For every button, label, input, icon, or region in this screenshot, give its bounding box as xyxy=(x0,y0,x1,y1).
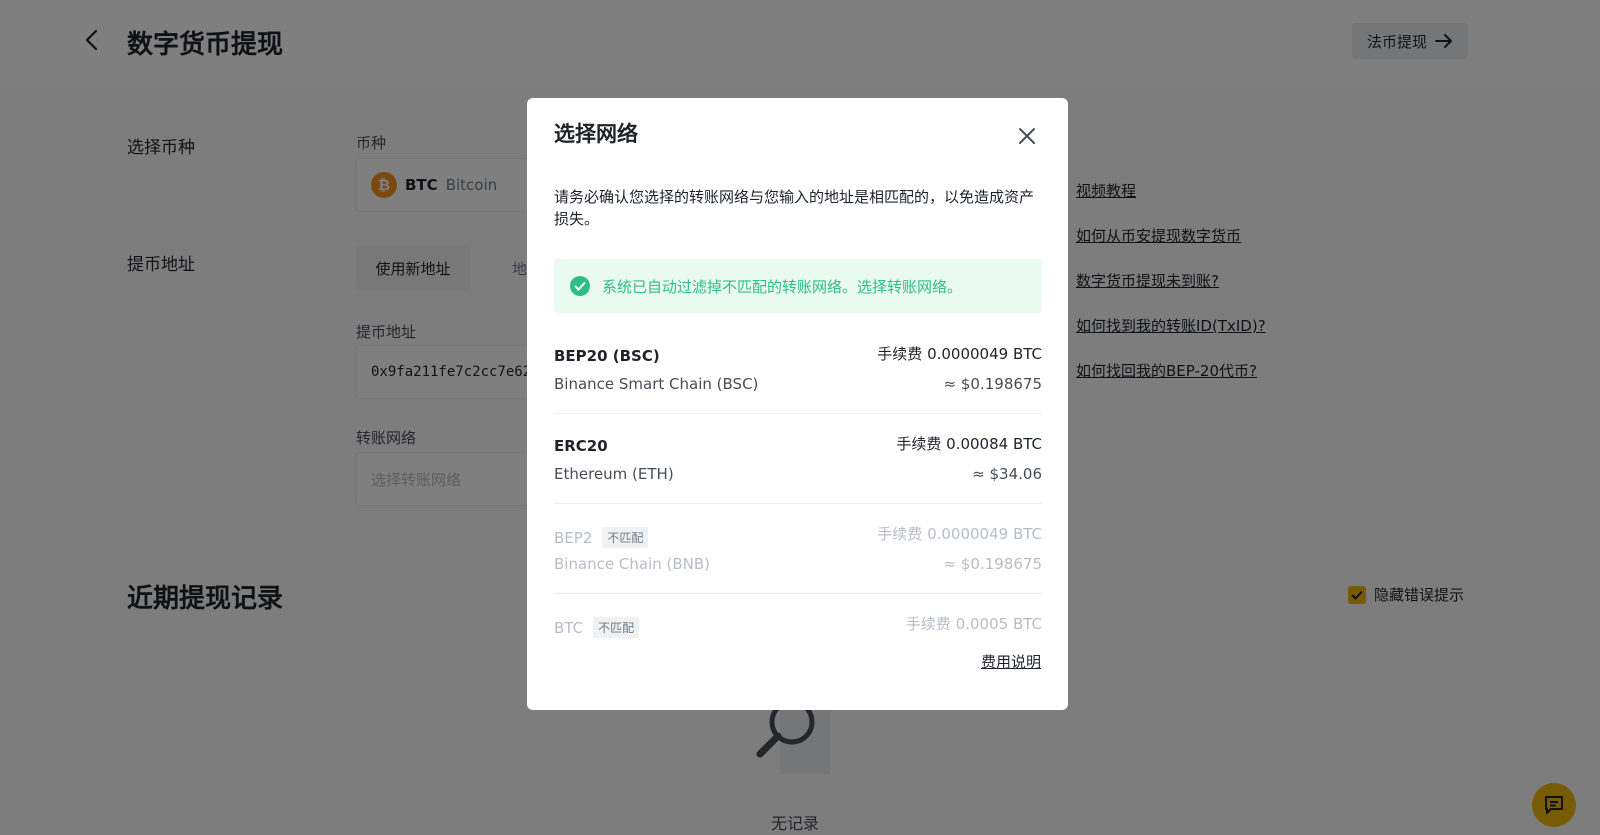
notice-text: 系统已自动过滤掉不匹配的转账网络。选择转账网络。 xyxy=(602,277,963,296)
select-network-modal: 选择网络 请务必确认您选择的转账网络与您输入的地址是相匹配的，以免造成资产损失。… xyxy=(527,98,1068,710)
network-name: BEP2 不匹配 xyxy=(554,527,649,548)
network-full-name: Binance Smart Chain (BSC) xyxy=(554,375,759,393)
network-fee-usd: ≈ $0.198675 xyxy=(943,555,1042,573)
close-icon[interactable] xyxy=(1015,124,1039,148)
network-full-name: Ethereum (ETH) xyxy=(554,465,674,483)
check-circle-icon xyxy=(570,276,590,296)
network-option-bep20[interactable]: BEP20 (BSC) Binance Smart Chain (BSC) 手续… xyxy=(554,324,1042,414)
network-name: BTC 不匹配 xyxy=(554,617,640,638)
network-option-erc20[interactable]: ERC20 Ethereum (ETH) 手续费 0.00084 BTC ≈ $… xyxy=(554,414,1042,504)
mismatch-badge: 不匹配 xyxy=(602,527,649,548)
network-fee: 手续费 0.0000049 BTC xyxy=(877,525,1042,543)
mismatch-badge: 不匹配 xyxy=(593,617,640,638)
network-option-btc: BTC 不匹配 手续费 0.0005 BTC xyxy=(554,594,1042,644)
modal-description: 请务必确认您选择的转账网络与您输入的地址是相匹配的，以免造成资产损失。 xyxy=(554,188,1035,228)
network-name: BEP20 (BSC) xyxy=(554,347,660,365)
network-option-bep2: BEP2 不匹配 Binance Chain (BNB) 手续费 0.00000… xyxy=(554,504,1042,594)
fee-explanation-link[interactable]: 费用说明 xyxy=(981,651,1041,672)
modal-title: 选择网络 xyxy=(554,122,638,146)
network-fee-usd: ≈ $34.06 xyxy=(972,465,1042,483)
auto-filter-notice: 系统已自动过滤掉不匹配的转账网络。选择转账网络。 xyxy=(554,259,1042,313)
network-fee: 手续费 0.0005 BTC xyxy=(905,615,1042,633)
network-fee: 手续费 0.00084 BTC xyxy=(896,435,1042,453)
network-fee: 手续费 0.0000049 BTC xyxy=(877,345,1042,363)
network-name: ERC20 xyxy=(554,437,608,455)
network-fee-usd: ≈ $0.198675 xyxy=(943,375,1042,393)
network-full-name: Binance Chain (BNB) xyxy=(554,555,711,573)
